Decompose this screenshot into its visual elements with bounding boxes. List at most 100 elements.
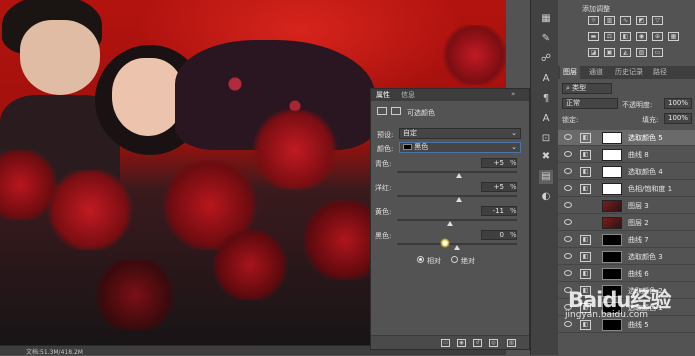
layer-thumbnail[interactable]	[602, 251, 622, 263]
channel-mixer-icon[interactable]: ⊕	[652, 32, 663, 41]
black-white-icon[interactable]: ◧	[620, 32, 631, 41]
fill-label: 填充:	[642, 116, 659, 124]
visibility-icon[interactable]: ◎	[489, 339, 498, 347]
tab-paths[interactable]: 路径	[650, 66, 670, 79]
eye-icon[interactable]	[564, 321, 572, 327]
tab-info[interactable]: 信息	[401, 90, 415, 100]
eye-icon[interactable]	[564, 253, 572, 259]
layer-filter-select[interactable]: ⌕ 类型	[562, 83, 612, 94]
layer-row[interactable]: ◧ 曲线 6	[558, 266, 695, 282]
slider-track[interactable]	[397, 243, 517, 250]
layer-thumbnail[interactable]	[602, 234, 622, 246]
paragraph-icon[interactable]: ¶	[539, 92, 553, 106]
layer-thumbnail[interactable]	[602, 268, 622, 280]
layer-row[interactable]: ◧ 色相/饱和度 1	[558, 181, 695, 197]
tab-history[interactable]: 历史记录	[612, 66, 646, 79]
eye-icon[interactable]	[564, 202, 572, 208]
levels-icon[interactable]: ▥	[604, 16, 615, 25]
view-previous-icon[interactable]: ◉	[457, 339, 466, 347]
layer-name: 曲线 6	[628, 270, 649, 278]
absolute-radio[interactable]	[451, 256, 458, 263]
slider-knob[interactable]	[456, 197, 463, 202]
colors-select[interactable]: 黑色 ⌄	[399, 142, 521, 153]
eye-icon[interactable]	[564, 185, 572, 191]
layer-type-icon	[580, 201, 591, 211]
layer-row[interactable]: 图层 2	[558, 215, 695, 231]
vibrance-icon[interactable]: ▽	[652, 16, 663, 25]
history-icon[interactable]: ▦	[539, 12, 553, 26]
slider-label: 黑色:	[375, 232, 392, 240]
layer-thumbnail[interactable]	[602, 183, 622, 195]
slider-knob[interactable]	[456, 173, 463, 178]
opacity-label: 不透明度:	[622, 101, 653, 109]
opacity-input[interactable]: 100%	[664, 98, 692, 109]
layer-row[interactable]: ◧ 选取颜色 4	[558, 164, 695, 180]
slider-track[interactable]	[397, 171, 517, 178]
layer-row[interactable]: ◧ 选取颜色 3	[558, 249, 695, 265]
layer-mask-icon[interactable]	[391, 107, 401, 115]
brush-settings-icon[interactable]: ✎	[539, 32, 553, 46]
layer-thumbnail[interactable]	[602, 166, 622, 178]
eye-icon[interactable]	[564, 270, 572, 276]
slider-label: 青色:	[375, 160, 392, 168]
slider-track[interactable]	[397, 195, 517, 202]
eye-icon[interactable]	[564, 134, 572, 140]
reset-icon[interactable]: ↺	[473, 339, 482, 347]
layer-row[interactable]: 图层 3	[558, 198, 695, 214]
eye-icon[interactable]	[564, 151, 572, 157]
selective-color-icon[interactable]: ▨	[636, 48, 647, 57]
adjustments-icon[interactable]: ◐	[539, 190, 553, 204]
color-lookup-icon[interactable]: ▦	[668, 32, 679, 41]
tools-icon[interactable]: ✖	[539, 150, 553, 164]
layer-thumbnail[interactable]	[602, 149, 622, 161]
clone-source-icon[interactable]: ☍	[539, 52, 553, 66]
threshold-icon[interactable]: ◭	[620, 48, 631, 57]
layer-thumbnail[interactable]	[602, 319, 622, 331]
exposure-icon[interactable]: ◩	[636, 16, 647, 25]
character-icon[interactable]: A	[539, 112, 553, 126]
black-swatch	[403, 144, 412, 150]
slider-track[interactable]	[397, 219, 517, 226]
tab-layers[interactable]: 图层	[560, 66, 580, 79]
tab-properties[interactable]: 属性	[376, 90, 390, 100]
eye-icon[interactable]	[564, 219, 572, 225]
color-balance-icon[interactable]: ⚖	[604, 32, 615, 41]
layer-row[interactable]: ◧ 曲线 7	[558, 232, 695, 248]
posterize-icon[interactable]: ▣	[604, 48, 615, 57]
photo-filter-icon[interactable]: ◉	[636, 32, 647, 41]
tab-channels[interactable]: 通道	[586, 66, 606, 79]
clip-to-layer-icon[interactable]: ▭	[441, 339, 450, 347]
fill-input[interactable]: 100%	[664, 113, 692, 124]
preset-label: 预设:	[377, 131, 394, 139]
hue-saturation-icon[interactable]: ▬	[588, 32, 599, 41]
glyphs-icon[interactable]: ⊡	[539, 132, 553, 146]
properties-icon[interactable]: ▤	[539, 170, 553, 184]
curves-icon[interactable]: ∿	[620, 16, 631, 25]
layer-row[interactable]: ◧ 选取颜色 5	[558, 130, 695, 146]
layer-row[interactable]: ◧ 曲线 8	[558, 147, 695, 163]
gradient-map-icon[interactable]: ▭	[652, 48, 663, 57]
delete-icon[interactable]: ▥	[507, 339, 516, 347]
layer-type-icon: ◧	[580, 235, 591, 245]
panel-collapse-icon[interactable]: »	[511, 90, 515, 98]
properties-tabbar: 属性 信息 »	[371, 89, 529, 101]
relative-radio[interactable]	[417, 256, 424, 263]
brightness-contrast-icon[interactable]: ☼	[588, 16, 599, 25]
layer-type-icon: ◧	[580, 150, 591, 160]
preset-select[interactable]: 自定 ⌄	[399, 128, 521, 139]
fill-value: 100%	[668, 114, 689, 122]
slider-label: 黄色:	[375, 208, 392, 216]
layer-name: 曲线 7	[628, 236, 649, 244]
layer-thumbnail[interactable]	[602, 132, 622, 144]
invert-icon[interactable]: ◪	[588, 48, 599, 57]
layer-thumbnail[interactable]	[602, 217, 622, 229]
eye-icon[interactable]	[564, 236, 572, 242]
slider-knob[interactable]	[446, 221, 453, 226]
type-icon[interactable]: A	[539, 72, 553, 86]
blend-mode-select[interactable]: 正常	[562, 98, 618, 109]
eye-icon[interactable]	[564, 168, 572, 174]
layer-thumbnail[interactable]	[602, 200, 622, 212]
layer-name: 选取颜色 5	[628, 134, 663, 142]
slider-knob[interactable]	[454, 245, 460, 250]
lock-label: 锁定:	[562, 116, 579, 124]
